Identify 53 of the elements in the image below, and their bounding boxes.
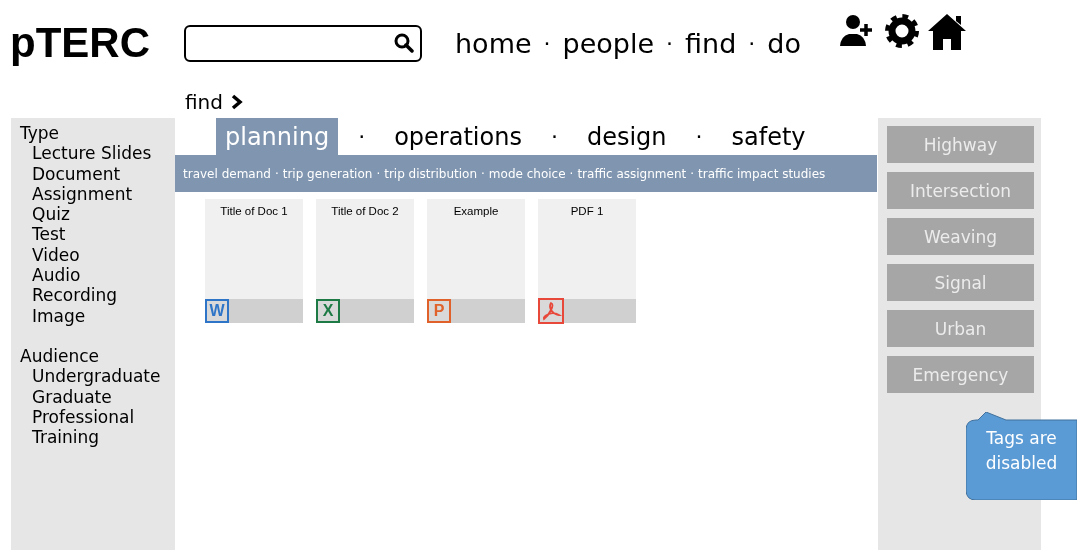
- word-file-icon: W: [205, 299, 229, 323]
- subtopic-separator: ·: [481, 166, 485, 181]
- filter-item[interactable]: Audio: [20, 265, 175, 286]
- filter-item[interactable]: Video: [20, 244, 175, 266]
- nav-separator: ·: [666, 30, 674, 56]
- callout-bubble: Tags are disabled: [966, 412, 1077, 500]
- category-tab[interactable]: operations: [385, 118, 531, 155]
- filter-item[interactable]: Quiz: [20, 204, 175, 225]
- filter-item[interactable]: Training: [20, 427, 175, 448]
- document-title: Title of Doc 2: [330, 204, 400, 219]
- home-icon[interactable]: [927, 12, 967, 50]
- nav-link[interactable]: people: [562, 27, 655, 59]
- filter-item[interactable]: Undergraduate: [20, 366, 175, 387]
- subtopic-separator: ·: [274, 166, 279, 181]
- category-tab[interactable]: safety: [722, 118, 815, 155]
- filter-heading: Type: [20, 123, 61, 144]
- nav-link[interactable]: home: [455, 27, 532, 59]
- powerpoint-file-icon: P: [427, 299, 451, 323]
- excel-file-icon: X: [316, 299, 340, 323]
- filter-item[interactable]: Recording: [20, 285, 175, 306]
- search-field[interactable]: [184, 24, 422, 62]
- pdf-file-icon: [538, 298, 564, 324]
- category-tab[interactable]: design: [577, 118, 676, 155]
- subtopic-separator: ·: [376, 166, 381, 181]
- document-card[interactable]: Title of Doc 1 W: [205, 199, 303, 323]
- chevron-right-icon: [230, 94, 243, 110]
- document-title: Title of Doc 1: [219, 204, 289, 219]
- tab-separator: ·: [550, 123, 558, 151]
- filter-item[interactable]: Test: [20, 224, 175, 245]
- document-title: PDF 1: [569, 204, 605, 219]
- tab-separator: ·: [358, 123, 366, 151]
- settings-icon[interactable]: [883, 12, 921, 50]
- filter-item[interactable]: Image: [20, 305, 175, 326]
- logo[interactable]: pTERC: [10, 19, 174, 67]
- breadcrumb-link[interactable]: find: [185, 90, 223, 114]
- filter-item[interactable]: Professional: [20, 406, 175, 428]
- nav-link[interactable]: find: [685, 27, 737, 59]
- subtopic-separator: ·: [690, 166, 695, 181]
- document-card[interactable]: Example P: [427, 199, 525, 323]
- filter-item[interactable]: Lecture Slides: [20, 143, 175, 164]
- search-icon[interactable]: [394, 33, 414, 53]
- filter-item[interactable]: Assignment: [20, 183, 175, 205]
- filter-item[interactable]: Document: [20, 163, 175, 184]
- document-title: Example: [452, 204, 500, 219]
- tab-separator: ·: [695, 123, 703, 151]
- nav-separator: ·: [748, 30, 756, 56]
- document-card[interactable]: PDF 1: [538, 199, 636, 323]
- filter-item[interactable]: Graduate: [20, 386, 175, 407]
- filter-heading: Audience: [20, 345, 100, 367]
- document-card[interactable]: Title of Doc 2 X: [316, 199, 414, 323]
- subtopic-separator: ·: [569, 166, 574, 181]
- nav-separator: ·: [543, 30, 551, 56]
- nav-link[interactable]: do: [767, 27, 801, 59]
